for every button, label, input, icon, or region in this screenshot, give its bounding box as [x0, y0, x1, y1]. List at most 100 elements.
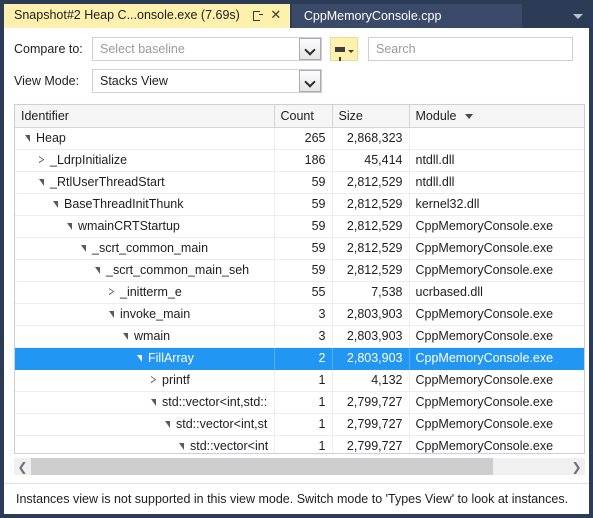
- tab-strip-spacer: [522, 4, 567, 28]
- cell-size: 2,868,323: [332, 127, 410, 150]
- expand-triangle-icon[interactable]: [63, 222, 76, 230]
- expand-triangle-icon[interactable]: [147, 398, 160, 406]
- status-bar: Instances view is not supported in this …: [4, 483, 589, 514]
- cell-module: CppMemoryConsole.exe: [409, 237, 584, 260]
- table-row[interactable]: Heap 265 2,868,323: [15, 127, 584, 150]
- cell-count: 1: [274, 391, 333, 414]
- collapse-triangle-icon[interactable]: [35, 156, 48, 164]
- table-row[interactable]: std::vector<int,std::al... 12,799,727CppM…: [15, 413, 584, 436]
- cell-size: 2,812,529: [332, 171, 410, 194]
- table-row[interactable]: invoke_main 3 2,803,903 CppMemoryConsole.ex…: [15, 303, 584, 326]
- cell-module: [409, 127, 584, 150]
- expand-triangle-icon[interactable]: [91, 266, 104, 274]
- cell-size: 4,132: [332, 369, 410, 392]
- cell-identifier: wmain: [15, 325, 275, 348]
- expand-triangle-icon[interactable]: [77, 244, 90, 252]
- cell-identifier: _RtlUserThreadStart: [15, 171, 275, 194]
- tab-cppmemoryconsole-cpp[interactable]: CppMemoryConsole.cpp: [291, 4, 522, 28]
- cell-size: 2,812,529: [332, 237, 410, 260]
- cell-module: CppMemoryConsole.exe: [409, 369, 584, 392]
- grid-header-row: Identifier Count Size Module: [15, 105, 584, 128]
- pin-icon[interactable]: [250, 7, 266, 23]
- cell-size: 7,538: [332, 281, 410, 304]
- cell-size: 2,812,529: [332, 193, 410, 216]
- cell-identifier: Heap: [15, 127, 275, 150]
- identifier-label: std::vector<int,std::al...: [176, 417, 268, 431]
- sort-descending-caret-icon: [464, 113, 473, 119]
- expand-triangle-icon[interactable]: [49, 200, 62, 208]
- cell-count: 3: [274, 325, 333, 348]
- table-row[interactable]: FillArray 2 2,803,903 CppMemoryConsole.exe: [15, 347, 584, 370]
- stacks-grid[interactable]: Identifier Count Size Module Heap 265 2,86…: [14, 104, 585, 454]
- cell-size: 2,812,529: [332, 215, 410, 238]
- identifier-label: printf: [162, 373, 190, 387]
- cell-identifier: _scrt_common_main_seh: [15, 259, 275, 282]
- cell-size: 2,799,727: [332, 391, 410, 414]
- column-header-module-label: Module: [415, 108, 457, 123]
- table-row[interactable]: BaseThreadInitThunk 59 2,812,529 kernel32.d…: [15, 193, 584, 216]
- cell-module: kernel32.dll: [409, 193, 584, 216]
- identifier-label: wmain: [134, 329, 171, 343]
- table-row[interactable]: _scrt_common_main 59 2,812,529 CppMemoryCon…: [15, 237, 584, 260]
- chevron-left-icon[interactable]: ❮: [14, 458, 31, 475]
- column-header-module[interactable]: Module: [409, 105, 584, 128]
- scroll-thumb[interactable]: [31, 458, 493, 475]
- column-header-count-label: Count: [280, 108, 314, 123]
- identifier-label: wmainCRTStartup: [78, 219, 180, 233]
- expand-triangle-icon[interactable]: [133, 354, 146, 362]
- viewmode-row: View Mode: Stacks View: [14, 68, 579, 94]
- cell-identifier: _initterm_e: [15, 281, 275, 304]
- table-row[interactable]: _RtlUserThreadStart 59 2,812,529 ntdll.dll: [15, 171, 584, 194]
- tab-snapshot-heap[interactable]: Snapshot#2 Heap C...onsole.exe (7.69s) ✕: [4, 4, 290, 28]
- cell-module: ntdll.dll: [409, 171, 584, 194]
- expand-triangle-icon[interactable]: [175, 442, 188, 450]
- identifier-label: BaseThreadInitThunk: [64, 197, 184, 211]
- baseline-combo-value: Select baseline: [100, 42, 185, 56]
- expand-triangle-icon[interactable]: [21, 134, 34, 142]
- tab-snapshot-heap-label: Snapshot#2 Heap C...onsole.exe (7.69s): [14, 8, 240, 22]
- collapse-triangle-icon[interactable]: [105, 288, 118, 296]
- cell-count: 59: [274, 237, 333, 260]
- search-input[interactable]: Search: [368, 37, 573, 61]
- column-header-identifier-label: Identifier: [21, 108, 69, 123]
- collapse-triangle-icon[interactable]: [147, 376, 160, 384]
- close-icon[interactable]: ✕: [268, 7, 284, 23]
- table-row[interactable]: wmainCRTStartup 59 2,812,529 CppMemoryConso…: [15, 215, 584, 238]
- table-row[interactable]: _initterm_e 55 7,538 ucrbased.dll: [15, 281, 584, 304]
- chevron-right-icon[interactable]: ❯: [568, 458, 585, 475]
- column-header-identifier[interactable]: Identifier: [15, 105, 275, 128]
- cell-identifier: FillArray: [15, 347, 275, 370]
- expand-triangle-icon[interactable]: [119, 332, 132, 340]
- horizontal-scrollbar[interactable]: ❮ ❯: [14, 458, 585, 475]
- cell-identifier: wmainCRTStartup: [15, 215, 275, 238]
- column-header-size-label: Size: [338, 108, 363, 123]
- baseline-combo[interactable]: Select baseline: [92, 37, 322, 61]
- search-input-placeholder: Search: [376, 42, 416, 56]
- cell-count: 265: [274, 127, 333, 150]
- column-header-count[interactable]: Count: [274, 105, 333, 128]
- chevron-down-icon[interactable]: [299, 70, 321, 92]
- filter-funnel-icon[interactable]: [330, 37, 358, 61]
- column-header-size[interactable]: Size: [332, 105, 410, 128]
- table-row[interactable]: std::vector<int,std::alloc... 12,799,727C…: [15, 391, 584, 414]
- expand-triangle-icon[interactable]: [161, 420, 174, 428]
- cell-identifier: std::vector<int,st...: [15, 435, 275, 453]
- chevron-down-icon[interactable]: [299, 38, 321, 60]
- scroll-track[interactable]: [31, 458, 568, 475]
- identifier-label: std::vector<int,std::alloc...: [162, 395, 268, 409]
- cell-count: 59: [274, 193, 333, 216]
- cell-size: 2,803,903: [332, 325, 410, 348]
- table-row[interactable]: std::vector<int,st... 12,799,727CppMemory…: [15, 435, 584, 453]
- view-mode-combo[interactable]: Stacks View: [92, 69, 322, 93]
- table-row[interactable]: _scrt_common_main_seh 59 2,812,529 CppMemor…: [15, 259, 584, 282]
- expand-triangle-icon[interactable]: [35, 178, 48, 186]
- expand-triangle-icon[interactable]: [105, 310, 118, 318]
- table-row[interactable]: _LdrpInitialize 186 45,414 ntdll.dll: [15, 149, 584, 172]
- view-mode-label: View Mode:: [14, 74, 80, 88]
- table-row[interactable]: printf 1 4,132 CppMemoryConsole.exe: [15, 369, 584, 392]
- cell-size: 2,799,727: [332, 413, 410, 436]
- status-message: Instances view is not supported in this …: [16, 492, 569, 506]
- chevron-down-icon[interactable]: [567, 4, 589, 28]
- identifier-label: FillArray: [148, 351, 194, 365]
- table-row[interactable]: wmain 3 2,803,903 CppMemoryConsole.exe: [15, 325, 584, 348]
